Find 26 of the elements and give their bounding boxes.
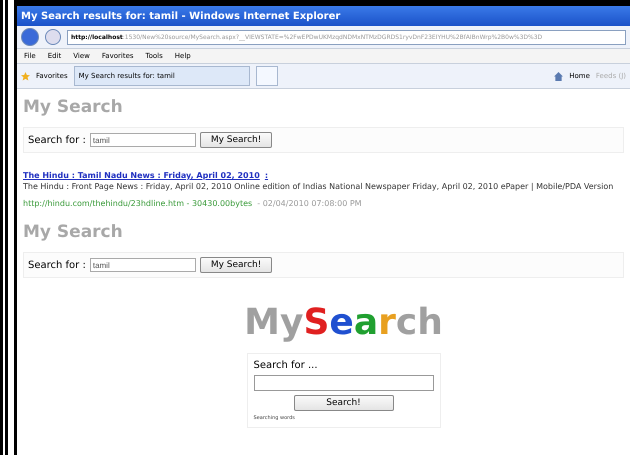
logo-letters: My (244, 302, 304, 343)
search-button[interactable]: My Search! (200, 132, 272, 148)
search-field[interactable]: tamil (90, 133, 196, 147)
new-tab-button[interactable] (256, 66, 278, 86)
search-button[interactable]: Search! (294, 395, 394, 411)
star-icon (21, 72, 30, 80)
window-title-text: My Search results for: tamil - Windows Internet Explorer (21, 10, 340, 22)
search-label: Search for : (28, 260, 86, 270)
page-heading: My Search (23, 222, 124, 242)
logo-letters: a (354, 302, 378, 343)
search-label: Search for : (28, 134, 86, 146)
page-heading: My Search (23, 97, 124, 117)
result-link[interactable]: The Hindu : Tamil Nadu News : Friday, April 02, 2010 (23, 171, 260, 180)
result-date: - 02/04/2010 07:08:00 PM (257, 199, 362, 208)
search-button[interactable]: My Search! (200, 257, 272, 273)
result-link[interactable]: : (264, 171, 268, 180)
search-field[interactable]: tamil (90, 258, 196, 272)
search-field[interactable] (254, 375, 434, 391)
logo-letters: ch (396, 302, 443, 343)
house-icon (554, 72, 564, 80)
result-url[interactable]: http://hindu.com/thehindu/23hdline.htm - 30430.00bytes (23, 199, 252, 208)
logo-letters: r (378, 302, 396, 343)
logo-letters: e (329, 302, 354, 343)
logo-letters: S (303, 302, 330, 343)
result-snippet: The Hindu : Front Page News : Friday, April 02, 2010 Online edition of Indias National Newspaper Friday, April 02, 2010 ePaper | Mobile/PDA Version (23, 182, 614, 191)
search-label: Search for ... (254, 360, 318, 371)
